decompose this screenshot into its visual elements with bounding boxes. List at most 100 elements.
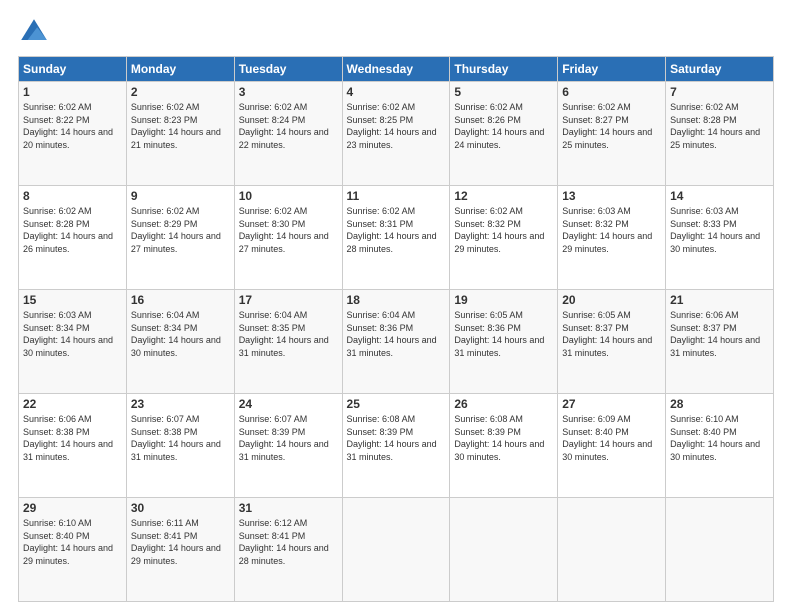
day-number: 4: [347, 85, 446, 99]
calendar-cell: 28 Sunrise: 6:10 AMSunset: 8:40 PMDaylig…: [666, 394, 774, 498]
day-info: Sunrise: 6:02 AMSunset: 8:27 PMDaylight:…: [562, 102, 652, 150]
day-info: Sunrise: 6:04 AMSunset: 8:35 PMDaylight:…: [239, 310, 329, 358]
calendar-cell: 31 Sunrise: 6:12 AMSunset: 8:41 PMDaylig…: [234, 498, 342, 602]
calendar-cell: 16 Sunrise: 6:04 AMSunset: 8:34 PMDaylig…: [126, 290, 234, 394]
calendar-cell: 26 Sunrise: 6:08 AMSunset: 8:39 PMDaylig…: [450, 394, 558, 498]
calendar-cell: 15 Sunrise: 6:03 AMSunset: 8:34 PMDaylig…: [19, 290, 127, 394]
calendar-week: 15 Sunrise: 6:03 AMSunset: 8:34 PMDaylig…: [19, 290, 774, 394]
calendar-cell: 3 Sunrise: 6:02 AMSunset: 8:24 PMDayligh…: [234, 82, 342, 186]
day-info: Sunrise: 6:02 AMSunset: 8:31 PMDaylight:…: [347, 206, 437, 254]
day-info: Sunrise: 6:04 AMSunset: 8:36 PMDaylight:…: [347, 310, 437, 358]
day-info: Sunrise: 6:03 AMSunset: 8:34 PMDaylight:…: [23, 310, 113, 358]
day-info: Sunrise: 6:07 AMSunset: 8:38 PMDaylight:…: [131, 414, 221, 462]
day-info: Sunrise: 6:02 AMSunset: 8:25 PMDaylight:…: [347, 102, 437, 150]
calendar-cell: 12 Sunrise: 6:02 AMSunset: 8:32 PMDaylig…: [450, 186, 558, 290]
calendar-cell: 17 Sunrise: 6:04 AMSunset: 8:35 PMDaylig…: [234, 290, 342, 394]
calendar-cell: 18 Sunrise: 6:04 AMSunset: 8:36 PMDaylig…: [342, 290, 450, 394]
calendar-cell: [558, 498, 666, 602]
day-number: 27: [562, 397, 661, 411]
day-info: Sunrise: 6:03 AMSunset: 8:32 PMDaylight:…: [562, 206, 652, 254]
header: [18, 16, 774, 48]
calendar-cell: [450, 498, 558, 602]
weekday-header: Tuesday: [234, 57, 342, 82]
weekday-header: Monday: [126, 57, 234, 82]
calendar-cell: 23 Sunrise: 6:07 AMSunset: 8:38 PMDaylig…: [126, 394, 234, 498]
calendar-cell: 20 Sunrise: 6:05 AMSunset: 8:37 PMDaylig…: [558, 290, 666, 394]
day-number: 26: [454, 397, 553, 411]
day-info: Sunrise: 6:02 AMSunset: 8:32 PMDaylight:…: [454, 206, 544, 254]
day-info: Sunrise: 6:02 AMSunset: 8:23 PMDaylight:…: [131, 102, 221, 150]
day-number: 1: [23, 85, 122, 99]
day-info: Sunrise: 6:05 AMSunset: 8:36 PMDaylight:…: [454, 310, 544, 358]
calendar-week: 22 Sunrise: 6:06 AMSunset: 8:38 PMDaylig…: [19, 394, 774, 498]
day-info: Sunrise: 6:09 AMSunset: 8:40 PMDaylight:…: [562, 414, 652, 462]
day-info: Sunrise: 6:06 AMSunset: 8:38 PMDaylight:…: [23, 414, 113, 462]
weekday-header: Thursday: [450, 57, 558, 82]
day-number: 17: [239, 293, 338, 307]
calendar-header: SundayMondayTuesdayWednesdayThursdayFrid…: [19, 57, 774, 82]
day-number: 11: [347, 189, 446, 203]
day-info: Sunrise: 6:02 AMSunset: 8:26 PMDaylight:…: [454, 102, 544, 150]
day-info: Sunrise: 6:02 AMSunset: 8:24 PMDaylight:…: [239, 102, 329, 150]
day-number: 14: [670, 189, 769, 203]
weekday-header: Friday: [558, 57, 666, 82]
weekday-header: Saturday: [666, 57, 774, 82]
calendar-cell: 4 Sunrise: 6:02 AMSunset: 8:25 PMDayligh…: [342, 82, 450, 186]
day-info: Sunrise: 6:07 AMSunset: 8:39 PMDaylight:…: [239, 414, 329, 462]
day-number: 2: [131, 85, 230, 99]
calendar-cell: 22 Sunrise: 6:06 AMSunset: 8:38 PMDaylig…: [19, 394, 127, 498]
calendar-cell: 29 Sunrise: 6:10 AMSunset: 8:40 PMDaylig…: [19, 498, 127, 602]
day-number: 31: [239, 501, 338, 515]
calendar-cell: 19 Sunrise: 6:05 AMSunset: 8:36 PMDaylig…: [450, 290, 558, 394]
day-info: Sunrise: 6:03 AMSunset: 8:33 PMDaylight:…: [670, 206, 760, 254]
day-info: Sunrise: 6:08 AMSunset: 8:39 PMDaylight:…: [454, 414, 544, 462]
day-number: 30: [131, 501, 230, 515]
day-number: 16: [131, 293, 230, 307]
day-info: Sunrise: 6:02 AMSunset: 8:28 PMDaylight:…: [23, 206, 113, 254]
day-number: 20: [562, 293, 661, 307]
day-info: Sunrise: 6:02 AMSunset: 8:30 PMDaylight:…: [239, 206, 329, 254]
calendar-cell: 10 Sunrise: 6:02 AMSunset: 8:30 PMDaylig…: [234, 186, 342, 290]
logo-icon: [18, 16, 50, 48]
day-info: Sunrise: 6:11 AMSunset: 8:41 PMDaylight:…: [131, 518, 221, 566]
day-number: 22: [23, 397, 122, 411]
day-number: 5: [454, 85, 553, 99]
calendar-cell: 5 Sunrise: 6:02 AMSunset: 8:26 PMDayligh…: [450, 82, 558, 186]
day-number: 19: [454, 293, 553, 307]
day-number: 6: [562, 85, 661, 99]
calendar-cell: 7 Sunrise: 6:02 AMSunset: 8:28 PMDayligh…: [666, 82, 774, 186]
calendar-body: 1 Sunrise: 6:02 AMSunset: 8:22 PMDayligh…: [19, 82, 774, 602]
calendar-cell: 27 Sunrise: 6:09 AMSunset: 8:40 PMDaylig…: [558, 394, 666, 498]
calendar-week: 8 Sunrise: 6:02 AMSunset: 8:28 PMDayligh…: [19, 186, 774, 290]
day-info: Sunrise: 6:05 AMSunset: 8:37 PMDaylight:…: [562, 310, 652, 358]
day-number: 23: [131, 397, 230, 411]
day-info: Sunrise: 6:06 AMSunset: 8:37 PMDaylight:…: [670, 310, 760, 358]
day-number: 10: [239, 189, 338, 203]
day-info: Sunrise: 6:02 AMSunset: 8:28 PMDaylight:…: [670, 102, 760, 150]
day-info: Sunrise: 6:04 AMSunset: 8:34 PMDaylight:…: [131, 310, 221, 358]
calendar-cell: 14 Sunrise: 6:03 AMSunset: 8:33 PMDaylig…: [666, 186, 774, 290]
day-number: 3: [239, 85, 338, 99]
calendar-cell: [342, 498, 450, 602]
calendar-cell: 9 Sunrise: 6:02 AMSunset: 8:29 PMDayligh…: [126, 186, 234, 290]
day-info: Sunrise: 6:02 AMSunset: 8:22 PMDaylight:…: [23, 102, 113, 150]
weekday-row: SundayMondayTuesdayWednesdayThursdayFrid…: [19, 57, 774, 82]
weekday-header: Sunday: [19, 57, 127, 82]
day-number: 12: [454, 189, 553, 203]
calendar-cell: 1 Sunrise: 6:02 AMSunset: 8:22 PMDayligh…: [19, 82, 127, 186]
day-number: 25: [347, 397, 446, 411]
calendar-cell: 2 Sunrise: 6:02 AMSunset: 8:23 PMDayligh…: [126, 82, 234, 186]
calendar-cell: 25 Sunrise: 6:08 AMSunset: 8:39 PMDaylig…: [342, 394, 450, 498]
calendar: SundayMondayTuesdayWednesdayThursdayFrid…: [18, 56, 774, 602]
day-number: 28: [670, 397, 769, 411]
day-info: Sunrise: 6:08 AMSunset: 8:39 PMDaylight:…: [347, 414, 437, 462]
calendar-cell: 11 Sunrise: 6:02 AMSunset: 8:31 PMDaylig…: [342, 186, 450, 290]
day-info: Sunrise: 6:10 AMSunset: 8:40 PMDaylight:…: [23, 518, 113, 566]
day-info: Sunrise: 6:02 AMSunset: 8:29 PMDaylight:…: [131, 206, 221, 254]
weekday-header: Wednesday: [342, 57, 450, 82]
day-number: 18: [347, 293, 446, 307]
day-number: 29: [23, 501, 122, 515]
page: SundayMondayTuesdayWednesdayThursdayFrid…: [0, 0, 792, 612]
day-number: 21: [670, 293, 769, 307]
logo: [18, 16, 56, 48]
